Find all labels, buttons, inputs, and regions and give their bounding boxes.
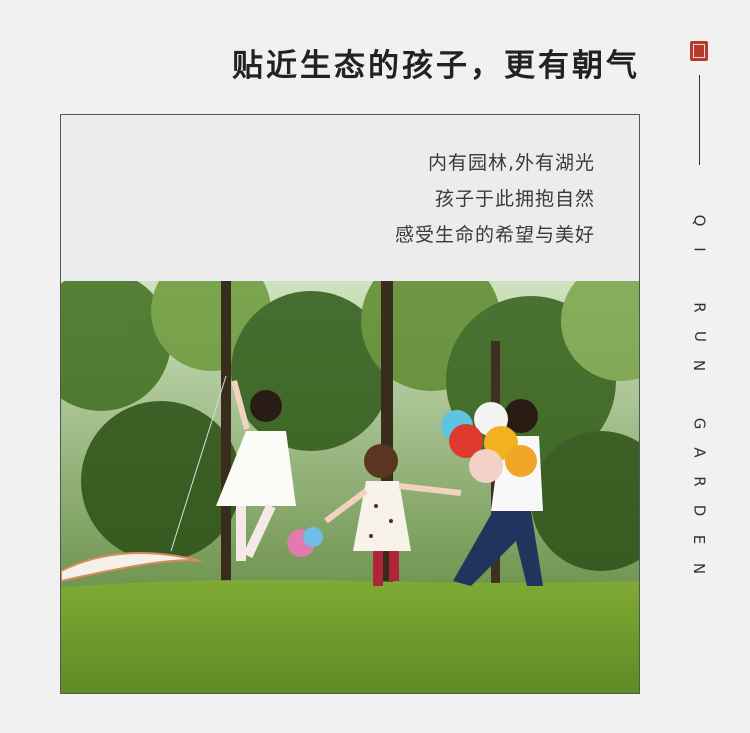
letter: U: [690, 331, 709, 342]
letter: I: [690, 247, 709, 252]
letter: G: [690, 417, 709, 430]
children-playing-photo: [61, 281, 639, 693]
page-headline: 贴近生态的孩子，更有朝气: [232, 48, 640, 84]
tagline-line: 感受生命的希望与美好: [394, 224, 595, 246]
seal-stamp-icon: [690, 41, 708, 61]
letter: R: [690, 476, 709, 487]
vertical-divider: [699, 75, 700, 165]
tagline-line: 孩子于此拥抱自然: [434, 188, 595, 210]
letter: D: [690, 504, 709, 517]
content-card: 内有园林,外有湖光 孩子于此拥抱自然 感受生命的希望与美好: [60, 114, 640, 694]
letter: Q: [690, 214, 709, 227]
letter: R: [690, 302, 709, 313]
tagline-line: 内有园林,外有湖光: [427, 152, 595, 174]
letter: E: [690, 534, 709, 545]
letter: N: [690, 359, 709, 372]
letter: A: [690, 447, 709, 458]
vertical-brand-text: Q I R U N G A R D E N: [689, 206, 709, 583]
letter: N: [690, 562, 709, 575]
tagline: 内有园林,外有湖光 孩子于此拥抱自然 感受生命的希望与美好: [395, 145, 595, 253]
